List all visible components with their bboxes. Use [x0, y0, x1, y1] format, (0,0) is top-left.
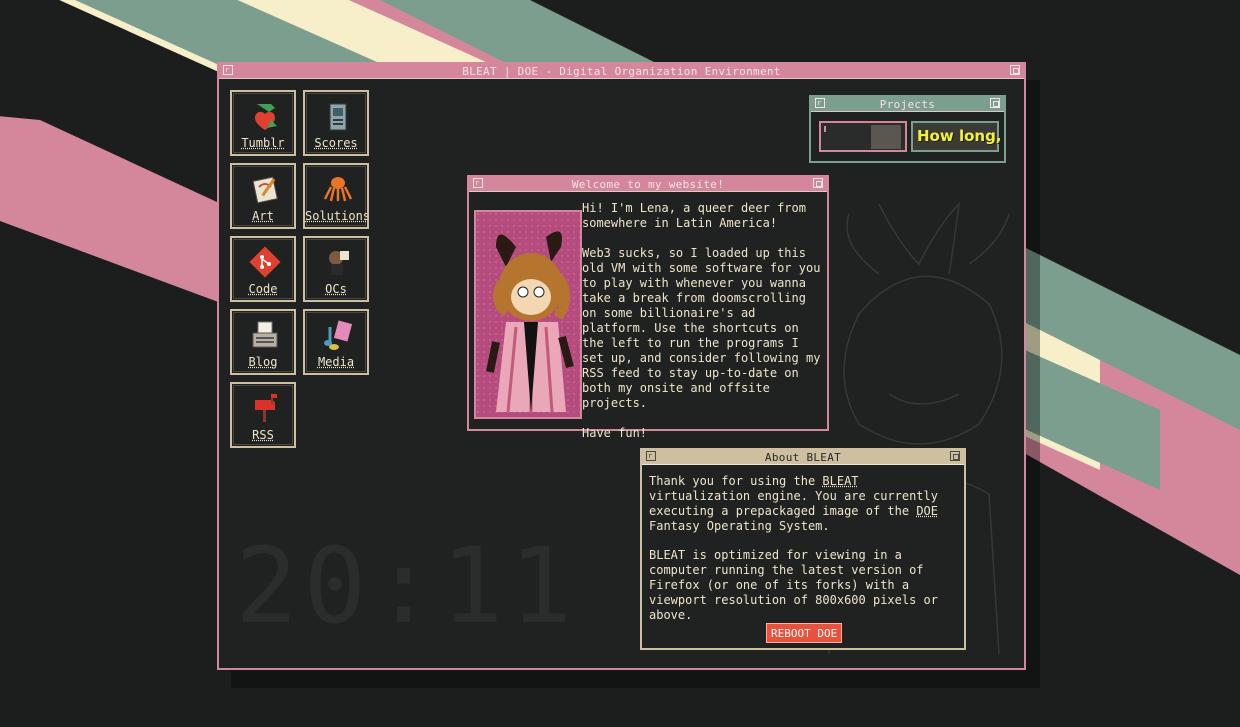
about-body: Thank you for using the BLEAT virtualiza…: [649, 474, 961, 637]
projects-title: Projects: [879, 97, 936, 111]
bleat-abbr: BLEAT: [822, 474, 859, 488]
main-window-title: BLEAT | DOE - Digital Organization Envir…: [462, 64, 781, 78]
window-menu-button[interactable]: r: [223, 65, 233, 75]
avatar: [474, 210, 582, 419]
welcome-window: r Welcome to my website! Hi! I'm Lena, a…: [467, 175, 829, 440]
shortcut-label: RSS: [252, 428, 274, 442]
project-item-how-long[interactable]: How long,: [911, 121, 1002, 152]
main-window-titlebar[interactable]: r BLEAT | DOE - Digital Organization Env…: [219, 64, 1024, 79]
shortcut-label: OCs: [325, 282, 347, 296]
shortcut-art[interactable]: Art: [230, 163, 296, 229]
shortcut-label: Media: [317, 355, 355, 369]
art-icon: [252, 176, 278, 204]
shortcut-solutions[interactable]: Solutions: [303, 163, 369, 229]
scores-icon: [329, 103, 347, 131]
about-paragraph-2: BLEAT is optimized for viewing in a comp…: [649, 548, 938, 622]
projects-widget: r Projects How long,: [809, 95, 1006, 163]
shortcut-label: Solutions: [305, 209, 367, 223]
maximize-button[interactable]: [990, 98, 1000, 108]
shortcut-label: Art: [252, 209, 274, 223]
rss-icon: [255, 394, 277, 422]
solutions-icon: [323, 177, 353, 202]
reboot-button[interactable]: REBOOT DOE: [766, 623, 843, 643]
maximize-button[interactable]: [950, 451, 960, 461]
about-paragraph-1: Thank you for using the BLEAT virtualiza…: [649, 474, 961, 534]
doe-abbr: DOE: [916, 504, 938, 518]
window-menu-button[interactable]: r: [646, 451, 656, 461]
welcome-titlebar[interactable]: r Welcome to my website!: [469, 177, 827, 192]
shortcut-label: Scores: [314, 136, 358, 150]
projects-titlebar[interactable]: r Projects: [811, 97, 1004, 112]
shortcut-label: Blog: [248, 355, 278, 369]
maximize-button[interactable]: [813, 178, 823, 188]
blog-icon: [252, 321, 278, 348]
welcome-title: Welcome to my website!: [571, 177, 725, 191]
shortcut-label: Code: [248, 282, 278, 296]
about-title: About BLEAT: [764, 450, 842, 464]
project-item-1[interactable]: [819, 121, 907, 152]
media-icon: [324, 320, 353, 350]
ocs-icon: [329, 251, 349, 275]
about-window: r About BLEAT Thank you for using the BL…: [640, 448, 966, 650]
shortcut-tumblr[interactable]: Tumblr: [230, 90, 296, 156]
shortcut-media[interactable]: Media: [303, 309, 369, 375]
desktop-clock: 20:11: [235, 525, 579, 647]
window-menu-button[interactable]: r: [473, 178, 483, 188]
shortcut-scores[interactable]: Scores: [303, 90, 369, 156]
shortcut-ocs[interactable]: OCs: [303, 236, 369, 302]
about-titlebar[interactable]: r About BLEAT: [642, 450, 964, 465]
about-text: virtualization engine. You are currently…: [649, 489, 938, 518]
shortcut-blog[interactable]: Blog: [230, 309, 296, 375]
shortcut-code[interactable]: Code: [230, 236, 296, 302]
maximize-button[interactable]: [1010, 65, 1020, 75]
code-icon: [249, 246, 281, 278]
tumblr-icon: [255, 104, 277, 130]
about-text: Fantasy Operating System.: [649, 519, 830, 533]
welcome-text: Hi! I'm Lena, a queer deer from somewher…: [582, 201, 821, 440]
shortcut-rss[interactable]: RSS: [230, 382, 296, 448]
window-menu-button[interactable]: r: [815, 98, 825, 108]
project-label: How long,: [917, 127, 1002, 145]
shortcut-label: Tumblr: [241, 136, 285, 150]
about-text: Thank you for using the: [649, 474, 823, 488]
